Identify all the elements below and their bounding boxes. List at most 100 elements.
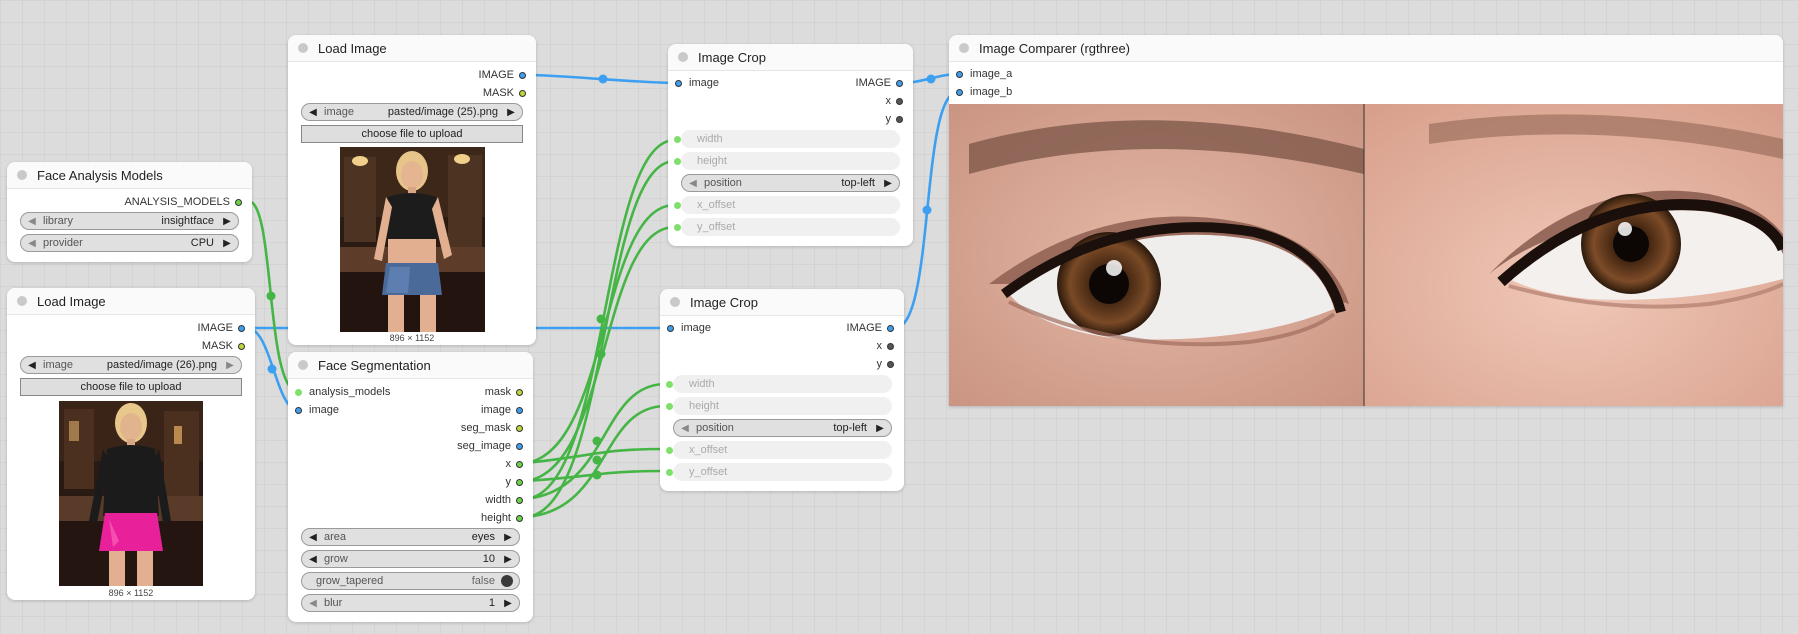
blur-number[interactable]: ◀ blur 1 ▶	[301, 594, 520, 612]
y-offset-widget[interactable]: y_offset	[673, 463, 892, 481]
output-slot-icon[interactable]	[516, 424, 523, 432]
input-analysis-models[interactable]: analysis_models	[295, 384, 390, 400]
input-slot-icon[interactable]	[295, 406, 302, 414]
right-arrow-icon[interactable]: ▶	[875, 423, 885, 434]
output-slot-icon[interactable]	[516, 496, 523, 504]
node-header[interactable]: Face Segmentation	[288, 352, 533, 379]
output-slot-icon[interactable]	[887, 360, 894, 368]
input-slot-icon[interactable]	[667, 324, 674, 332]
provider-combo[interactable]: ◀ provider CPU ▶	[20, 234, 239, 252]
x-offset-widget[interactable]: x_offset	[673, 441, 892, 459]
node-header[interactable]: Image Crop	[660, 289, 904, 316]
output-slot-icon[interactable]	[516, 442, 523, 450]
output-height[interactable]: height	[481, 510, 523, 526]
face-analysis-models-node[interactable]: Face Analysis Models ANALYSIS_MODELS ◀ l…	[7, 162, 252, 262]
output-image[interactable]: IMAGE	[847, 320, 894, 336]
collapse-dot-icon[interactable]	[17, 170, 27, 180]
output-y[interactable]: y	[506, 474, 523, 490]
collapse-dot-icon[interactable]	[670, 297, 680, 307]
converted-input-icon[interactable]	[674, 136, 681, 143]
right-arrow-icon[interactable]: ▶	[503, 554, 513, 565]
input-slot-icon[interactable]	[956, 70, 963, 78]
input-image[interactable]: image	[675, 75, 719, 91]
x-offset-widget[interactable]: x_offset	[681, 196, 900, 214]
output-slot-icon[interactable]	[516, 478, 523, 486]
height-widget[interactable]: height	[673, 397, 892, 415]
output-y[interactable]: y	[886, 111, 903, 127]
input-image-b[interactable]: image_b	[956, 84, 1012, 100]
output-seg-mask[interactable]: seg_mask	[461, 420, 523, 436]
left-arrow-icon[interactable]: ◀	[308, 107, 318, 118]
output-width[interactable]: width	[485, 492, 523, 508]
comparison-preview[interactable]	[949, 104, 1783, 406]
node-header[interactable]: Load Image	[288, 35, 536, 62]
converted-input-icon[interactable]	[666, 447, 673, 454]
converted-input-icon[interactable]	[674, 158, 681, 165]
left-arrow-icon[interactable]: ◀	[308, 554, 318, 565]
output-slot-icon[interactable]	[516, 388, 523, 396]
output-slot-icon[interactable]	[516, 460, 523, 468]
right-arrow-icon[interactable]: ▶	[883, 178, 893, 189]
collapse-dot-icon[interactable]	[678, 52, 688, 62]
node-header[interactable]: Image Crop	[668, 44, 913, 71]
collapse-dot-icon[interactable]	[298, 360, 308, 370]
output-image[interactable]: image	[481, 402, 523, 418]
converted-input-icon[interactable]	[666, 381, 673, 388]
left-arrow-icon[interactable]: ◀	[27, 360, 37, 371]
converted-input-icon[interactable]	[674, 224, 681, 231]
output-x[interactable]: x	[877, 338, 894, 354]
output-seg-image[interactable]: seg_image	[457, 438, 523, 454]
image-combo[interactable]: ◀ image pasted/image (26).png ▶	[20, 356, 242, 374]
input-slot-icon[interactable]	[956, 88, 963, 96]
grow-tapered-toggle[interactable]: grow_tapered false	[301, 572, 520, 590]
input-slot-icon[interactable]	[675, 79, 682, 87]
left-arrow-icon[interactable]: ◀	[27, 216, 37, 227]
output-image[interactable]: IMAGE	[198, 320, 245, 336]
output-slot-icon[interactable]	[235, 198, 242, 206]
output-y[interactable]: y	[877, 356, 894, 372]
output-slot-icon[interactable]	[238, 324, 245, 332]
image-crop-node-2[interactable]: Image Crop image IMAGE x y width height …	[660, 289, 904, 491]
load-image-node-1[interactable]: Load Image IMAGE MASK ◀ image pasted/ima…	[7, 288, 255, 600]
right-arrow-icon[interactable]: ▶	[222, 238, 232, 249]
left-arrow-icon[interactable]: ◀	[308, 532, 318, 543]
collapse-dot-icon[interactable]	[959, 43, 969, 53]
choose-file-button[interactable]: choose file to upload	[20, 378, 242, 396]
collapse-dot-icon[interactable]	[298, 43, 308, 53]
output-slot-icon[interactable]	[896, 97, 903, 105]
height-widget[interactable]: height	[681, 152, 900, 170]
output-slot-icon[interactable]	[887, 324, 894, 332]
width-widget[interactable]: width	[681, 130, 900, 148]
area-combo[interactable]: ◀ area eyes ▶	[301, 528, 520, 546]
left-arrow-icon[interactable]: ◀	[308, 598, 318, 609]
left-arrow-icon[interactable]: ◀	[688, 178, 698, 189]
output-slot-icon[interactable]	[896, 79, 903, 87]
converted-input-icon[interactable]	[674, 202, 681, 209]
node-header[interactable]: Load Image	[7, 288, 255, 315]
image-combo[interactable]: ◀ image pasted/image (25).png ▶	[301, 103, 523, 121]
right-arrow-icon[interactable]: ▶	[225, 360, 235, 371]
library-combo[interactable]: ◀ library insightface ▶	[20, 212, 239, 230]
toggle-knob-icon[interactable]	[501, 575, 513, 587]
width-widget[interactable]: width	[673, 375, 892, 393]
right-arrow-icon[interactable]: ▶	[506, 107, 516, 118]
output-x[interactable]: x	[506, 456, 523, 472]
output-image[interactable]: IMAGE	[856, 75, 903, 91]
output-slot-icon[interactable]	[896, 115, 903, 123]
output-slot-icon[interactable]	[519, 71, 526, 79]
output-mask[interactable]: MASK	[483, 85, 526, 101]
output-image[interactable]: IMAGE	[479, 67, 526, 83]
converted-input-icon[interactable]	[666, 469, 673, 476]
output-analysis-models[interactable]: ANALYSIS_MODELS	[124, 194, 242, 210]
output-slot-icon[interactable]	[516, 406, 523, 414]
left-arrow-icon[interactable]: ◀	[27, 238, 37, 249]
output-slot-icon[interactable]	[238, 342, 245, 350]
output-slot-icon[interactable]	[887, 342, 894, 350]
face-segmentation-node[interactable]: Face Segmentation analysis_models image …	[288, 352, 533, 622]
load-image-node-2[interactable]: Load Image IMAGE MASK ◀ image pasted/ima…	[288, 35, 536, 345]
node-header[interactable]: Face Analysis Models	[7, 162, 252, 189]
input-image-a[interactable]: image_a	[956, 66, 1012, 82]
output-mask[interactable]: mask	[485, 384, 523, 400]
position-combo[interactable]: ◀ position top-left ▶	[673, 419, 892, 437]
y-offset-widget[interactable]: y_offset	[681, 218, 900, 236]
